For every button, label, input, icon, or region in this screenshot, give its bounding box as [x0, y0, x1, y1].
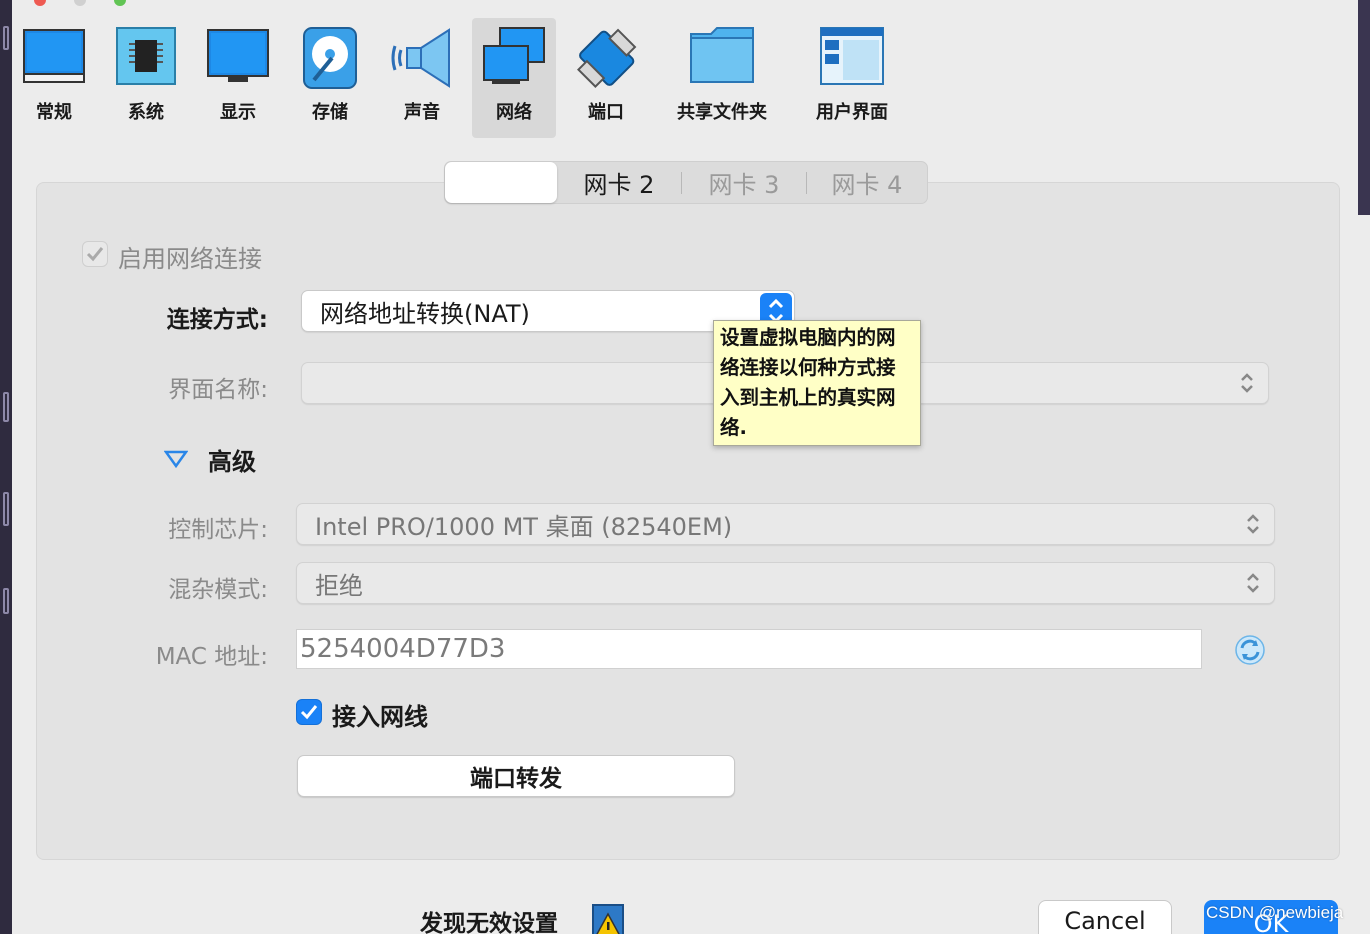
tooltip-line: 入到主机上的真实网 [720, 386, 896, 409]
watermark-text: CSDN @newbieja [1206, 903, 1344, 922]
toolbar-item-label: 网络 [496, 102, 532, 123]
promiscuous-mode-label: 混杂模式: [168, 577, 268, 603]
network-icon [483, 27, 545, 84]
checkmark-icon [300, 705, 318, 720]
toolbar-item-audio[interactable]: 声音 [384, 18, 460, 138]
toolbar-item-label: 存储 [312, 102, 348, 123]
cable-connected-checkbox[interactable] [296, 699, 322, 725]
toolbar-item-label: 端口 [588, 102, 624, 123]
attach-mode-value: 网络地址转换(NAT) [320, 299, 530, 328]
settings-window: 常规 系统 显示 存储 声音 网络 端口 共享文件夹 用户界面 网卡 2 网卡 … [12, 0, 1358, 934]
toolbar-item-label: 共享文件夹 [677, 102, 767, 123]
attach-mode-label: 连接方式: [166, 307, 268, 333]
close-window-icon[interactable] [34, 0, 46, 6]
tooltip-line: 络. [720, 416, 747, 439]
tab-adapter-4[interactable]: 网卡 4 [807, 162, 927, 203]
toolbar-item-label: 用户界面 [816, 102, 888, 123]
cable-connected-label: 接入网线 [332, 703, 428, 731]
toolbar-item-user-interface[interactable]: 用户界面 [802, 18, 902, 138]
promiscuous-mode-value: 拒绝 [315, 571, 363, 600]
monitor-general-icon [23, 29, 85, 83]
toolbar-item-label: 显示 [220, 102, 256, 123]
port-forwarding-button[interactable]: 端口转发 [297, 755, 735, 797]
display-icon [207, 29, 269, 82]
tab-adapter-1[interactable] [445, 162, 557, 203]
enable-network-label: 启用网络连接 [118, 245, 262, 273]
invalid-settings-text: 发现无效设置 [420, 911, 558, 934]
adapter-tabs: 网卡 2 网卡 3 网卡 4 [444, 161, 928, 204]
ui-window-icon [820, 27, 884, 85]
mac-address-label: MAC 地址: [155, 644, 268, 670]
attach-mode-tooltip: 设置虚拟电脑内的网 络连接以何种方式接 入到主机上的真实网 络. [713, 320, 921, 446]
updown-chevron-icon [1247, 573, 1259, 593]
toolbar-item-ports[interactable]: 端口 [568, 18, 644, 138]
checkmark-icon [86, 247, 104, 262]
advanced-label[interactable]: 高级 [208, 442, 256, 477]
settings-toolbar: 常规 系统 显示 存储 声音 网络 端口 共享文件夹 用户界面 [12, 18, 912, 138]
toolbar-item-general[interactable]: 常规 [12, 18, 96, 138]
toolbar-item-storage[interactable]: 存储 [292, 18, 368, 138]
toolbar-item-network[interactable]: 网络 [472, 18, 556, 138]
toolbar-item-label: 声音 [404, 102, 440, 123]
background-window-right [1358, 0, 1370, 215]
promiscuous-mode-select[interactable]: 拒绝 [296, 562, 1275, 604]
minimize-window-icon[interactable] [74, 0, 86, 6]
toolbar-item-label: 系统 [128, 102, 164, 123]
tab-adapter-2[interactable]: 网卡 2 [557, 162, 681, 203]
interface-name-label: 界面名称: [168, 377, 268, 403]
cancel-button[interactable]: Cancel [1038, 900, 1172, 934]
updown-chevron-icon [1241, 373, 1253, 393]
speaker-icon [391, 28, 450, 88]
warning-icon[interactable] [592, 904, 624, 934]
tooltip-line: 设置虚拟电脑内的网 [720, 326, 896, 349]
toolbar-item-shared-folders[interactable]: 共享文件夹 [668, 18, 776, 138]
disk-icon [303, 27, 357, 89]
adapter-type-value: Intel PRO/1000 MT 桌面 (82540EM) [315, 512, 733, 541]
serial-port-icon [577, 28, 637, 88]
updown-chevron-icon [1247, 514, 1259, 534]
adapter-type-label: 控制芯片: [168, 517, 268, 543]
adapter-type-select[interactable]: Intel PRO/1000 MT 桌面 (82540EM) [296, 503, 1275, 545]
tab-adapter-3[interactable]: 网卡 3 [682, 162, 806, 203]
mac-address-field[interactable]: 5254004D77D3 [296, 629, 1202, 669]
toolbar-item-display[interactable]: 显示 [200, 18, 276, 138]
enable-network-checkbox[interactable] [82, 241, 108, 267]
tooltip-line: 络连接以何种方式接 [720, 356, 896, 379]
disclosure-triangle-icon[interactable] [164, 450, 188, 468]
background-window-strip [0, 0, 12, 934]
toolbar-item-system[interactable]: 系统 [108, 18, 184, 138]
toolbar-item-label: 常规 [36, 102, 72, 123]
zoom-window-icon[interactable] [114, 0, 126, 6]
chip-icon [116, 27, 176, 85]
folder-icon [690, 27, 754, 83]
refresh-mac-icon[interactable] [1234, 634, 1266, 666]
